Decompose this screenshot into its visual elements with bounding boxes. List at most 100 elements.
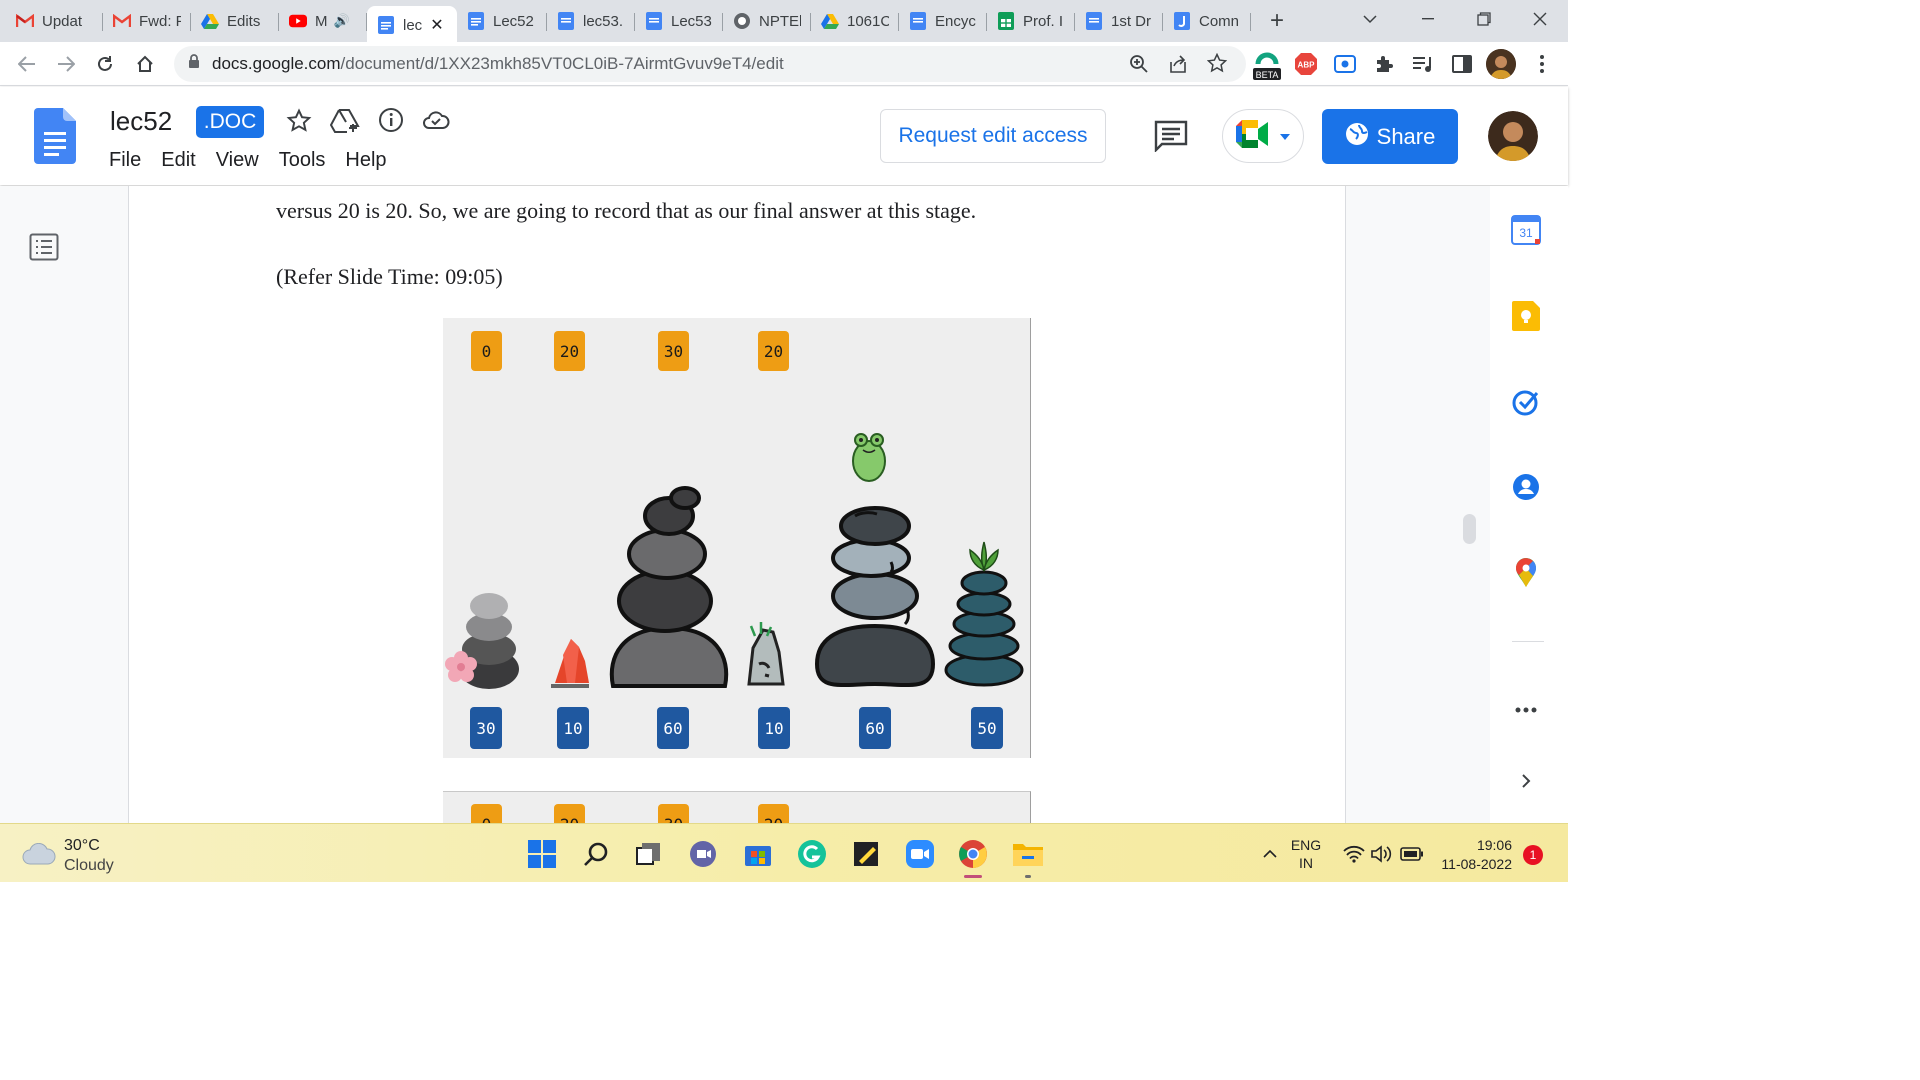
browser-tab-active[interactable]: lec ✕ [367,6,457,44]
teams-chat-icon[interactable] [685,836,721,872]
maps-icon[interactable] [1509,556,1543,590]
clock[interactable]: 19:06 11-08-2022 [1434,836,1512,874]
docs-logo-icon[interactable] [34,108,76,169]
rock-icon [747,622,785,686]
slide-image: 0 20 30 20 30 10 60 10 60 50 [443,318,1031,758]
top-value-tag: 0 [471,804,502,823]
next-slide-image: 0 20 30 20 [443,791,1031,823]
task-view-icon[interactable] [630,836,666,872]
grammarly-icon[interactable] [794,836,830,872]
media-control-icon[interactable] [1409,50,1437,78]
profile-avatar[interactable] [1486,49,1516,79]
battery-icon[interactable] [1394,836,1430,872]
browser-tab[interactable]: Updat [6,4,103,38]
document-title[interactable]: lec52 [110,106,172,137]
tasks-icon[interactable] [1509,385,1543,419]
minimize-button[interactable] [1400,0,1456,38]
request-edit-access-button[interactable]: Request edit access [880,109,1106,163]
docs-icon [1085,12,1103,30]
notification-badge[interactable]: 1 [1523,845,1543,865]
zoom-app-icon[interactable] [902,836,938,872]
back-button[interactable] [8,45,46,83]
menu-edit[interactable]: Edit [161,149,195,172]
share-page-icon[interactable] [1168,54,1188,79]
address-bar[interactable]: docs.google.com/document/d/1XX23mkh85VT0… [174,46,1246,82]
zoom-icon[interactable] [1129,54,1149,79]
close-window-button[interactable] [1512,0,1568,38]
weather-widget[interactable]: 30°C Cloudy [22,836,114,876]
adblock-extension-icon[interactable]: ABP [1292,50,1320,78]
chrome-menu-icon[interactable] [1528,50,1556,78]
drive-icon [201,12,219,30]
document-outline-icon[interactable] [29,233,59,266]
search-icon[interactable] [578,836,614,872]
running-app-indicator [1025,875,1031,878]
extensions-puzzle-icon[interactable] [1370,50,1398,78]
docs-header: lec52 .DOC File Edit View Tools Help Req… [0,87,1568,185]
start-icon[interactable] [524,836,560,872]
browser-tab[interactable]: Encyc [899,4,987,38]
account-avatar[interactable] [1488,111,1538,161]
forward-button[interactable] [47,45,85,83]
store-icon[interactable] [740,836,776,872]
bookmark-star-icon[interactable] [1206,52,1228,78]
move-to-drive-icon[interactable] [329,108,360,139]
stone-stacks-illustration [445,433,1024,689]
expand-panel-icon[interactable] [1509,764,1543,798]
more-options-icon[interactable] [1509,693,1543,727]
browser-tab[interactable]: M 🔊 [279,4,367,38]
calendar-icon[interactable]: 31 [1509,213,1543,247]
scrollbar-thumb[interactable] [1463,514,1476,544]
cloud-saved-icon[interactable] [422,109,450,136]
side-panel-icon[interactable] [1448,50,1476,78]
lock-icon[interactable] [188,54,200,74]
browser-tab[interactable]: Fwd: F [103,4,191,38]
restore-button[interactable] [1456,0,1512,38]
tab-search-icon[interactable] [1342,0,1398,38]
bottom-value-tag: 50 [971,707,1003,749]
time-text: 19:06 [1476,837,1512,853]
chrome-icon[interactable] [955,836,991,872]
new-tab-button[interactable]: + [1263,7,1291,35]
share-button[interactable]: Share [1322,109,1458,164]
chevron-up-icon[interactable] [1252,836,1288,872]
taskbar: 30°C Cloudy ENG IN 19:06 11-08-2022 1 [0,823,1568,882]
url-text: docs.google.com/document/d/1XX23mkh85VT0… [212,54,784,73]
stone-stack [445,593,519,689]
document-info-icon[interactable] [378,107,404,138]
contacts-icon[interactable] [1509,470,1543,504]
browser-tab[interactable]: lec53. [547,4,635,38]
comments-icon[interactable] [1154,120,1188,157]
language-indicator[interactable]: ENG IN [1288,836,1324,872]
browser-tab[interactable]: Edits [191,4,279,38]
stone-stack [944,570,1024,687]
browser-tab[interactable]: Lec52 [457,4,547,38]
browser-tab[interactable]: 1061C [811,4,899,38]
browser-tab[interactable]: Lec53 [635,4,723,38]
side-panel [1490,186,1568,823]
close-tab-icon[interactable]: ✕ [430,15,443,35]
menu-view[interactable]: View [216,149,259,172]
browser-tab[interactable]: 1st Dr [1075,4,1163,38]
reload-button[interactable] [86,45,124,83]
docs-icon [377,16,395,34]
star-icon[interactable] [286,108,312,139]
slide-time-reference: (Refer Slide Time: 09:05) [276,264,503,289]
meet-button[interactable] [1222,109,1304,163]
drive-icon [821,12,839,30]
docs-icon [557,12,575,30]
browser-tab[interactable]: Comn [1163,4,1251,38]
beta-extension-icon[interactable]: BETA [1252,48,1282,82]
menu-file[interactable]: File [109,149,141,172]
menu-tools[interactable]: Tools [279,149,326,172]
speaker-icon[interactable]: 🔊 [334,13,350,29]
home-button[interactable] [126,45,164,83]
browser-tab[interactable]: NPTEl [723,4,811,38]
browser-tab[interactable]: Prof. I [987,4,1075,38]
screen-recorder-extension-icon[interactable] [1331,50,1359,78]
keep-icon[interactable] [1509,299,1543,333]
menu-help[interactable]: Help [345,149,386,172]
file-explorer-icon[interactable] [1010,836,1046,872]
sticky-notes-icon[interactable] [848,836,884,872]
sheets-icon [997,12,1015,30]
